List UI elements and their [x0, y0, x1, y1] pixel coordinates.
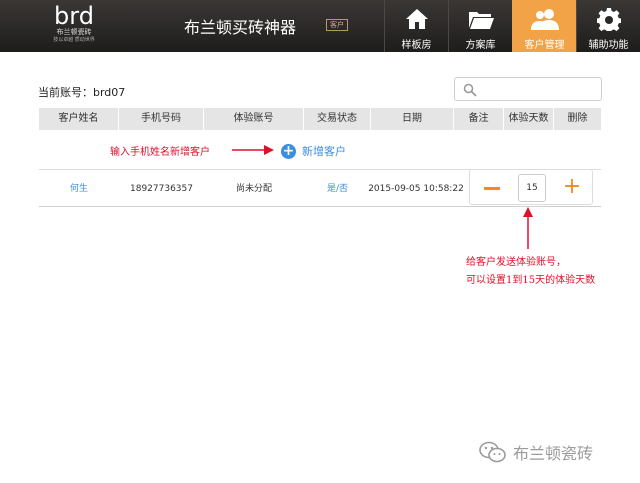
table-header: 客户姓名 手机号码 体验账号 交易状态 日期 备注 体验天数 删除	[39, 108, 601, 130]
users-icon	[513, 6, 576, 32]
add-customer-button[interactable]: + 新增客户	[281, 143, 346, 159]
column-header: 手机号码	[119, 108, 204, 130]
logo-tagline: 技以卓越 质动世界	[53, 37, 95, 43]
nav-label: 辅助功能	[588, 40, 629, 51]
gear-icon	[577, 6, 640, 32]
nav-sample-room[interactable]: 样板房	[384, 0, 448, 52]
annotation-days-hint: 给客户发送体验账号， 可以设置1到15天的体验天数	[466, 254, 595, 290]
app-header: brd 布兰顿瓷砖 技以卓越 质动世界 布兰顿买砖神器 客户 样板房 方案库 客…	[0, 0, 640, 52]
home-icon	[385, 6, 448, 32]
trial-days-value[interactable]: 15	[518, 174, 546, 202]
current-account: 当前账号：brd07	[38, 86, 126, 99]
annotation-line: 给客户发送体验账号，	[466, 257, 566, 268]
brand-logo: brd 布兰顿瓷砖 技以卓越 质动世界	[44, 4, 104, 48]
add-customer-label: 新增客户	[302, 145, 346, 158]
folder-icon	[449, 6, 512, 32]
customer-phone: 18927736357	[130, 184, 193, 194]
nav-customer-management[interactable]: 客户管理	[512, 0, 576, 52]
wechat-icon	[479, 441, 506, 463]
nav-label: 样板房	[401, 40, 432, 51]
search-input[interactable]	[454, 77, 602, 101]
plus-icon[interactable]: +	[562, 174, 582, 202]
minus-icon[interactable]	[484, 187, 500, 190]
customer-name-link[interactable]: 何生	[39, 171, 119, 207]
version-badge: 客户	[326, 19, 348, 31]
app-title: 布兰顿买砖神器	[184, 18, 297, 37]
logo-mark: brd	[54, 2, 94, 30]
arrow-up-icon	[523, 207, 533, 249]
nav-plan-library[interactable]: 方案库	[448, 0, 512, 52]
column-header: 体验天数	[504, 108, 554, 130]
nav-label: 客户管理	[524, 40, 565, 51]
trial-days-stepper: 15 +	[469, 169, 593, 205]
logo-subtitle: 布兰顿瓷砖	[56, 28, 92, 36]
column-header: 备注	[454, 108, 504, 130]
row-date: 2015-09-05 10:58:22	[368, 184, 464, 194]
annotation-line: 可以设置1到15天的体验天数	[466, 275, 596, 286]
nav-auxiliary[interactable]: 辅助功能	[576, 0, 640, 52]
column-header: 体验账号	[204, 108, 304, 130]
trial-account: 尚未分配	[235, 184, 272, 194]
column-header: 客户姓名	[39, 108, 119, 130]
column-header: 日期	[371, 108, 454, 130]
column-header: 删除	[567, 113, 588, 124]
watermark: 布兰顿瓷砖	[479, 440, 593, 464]
annotation-add-hint: 输入手机姓名新增客户	[110, 147, 210, 158]
plus-circle-icon: +	[281, 142, 296, 159]
column-header: 交易状态	[304, 108, 371, 130]
watermark-text: 布兰顿瓷砖	[513, 444, 594, 463]
search-icon	[463, 83, 477, 97]
arrow-right-icon	[232, 145, 274, 155]
nav-label: 方案库	[465, 40, 496, 51]
